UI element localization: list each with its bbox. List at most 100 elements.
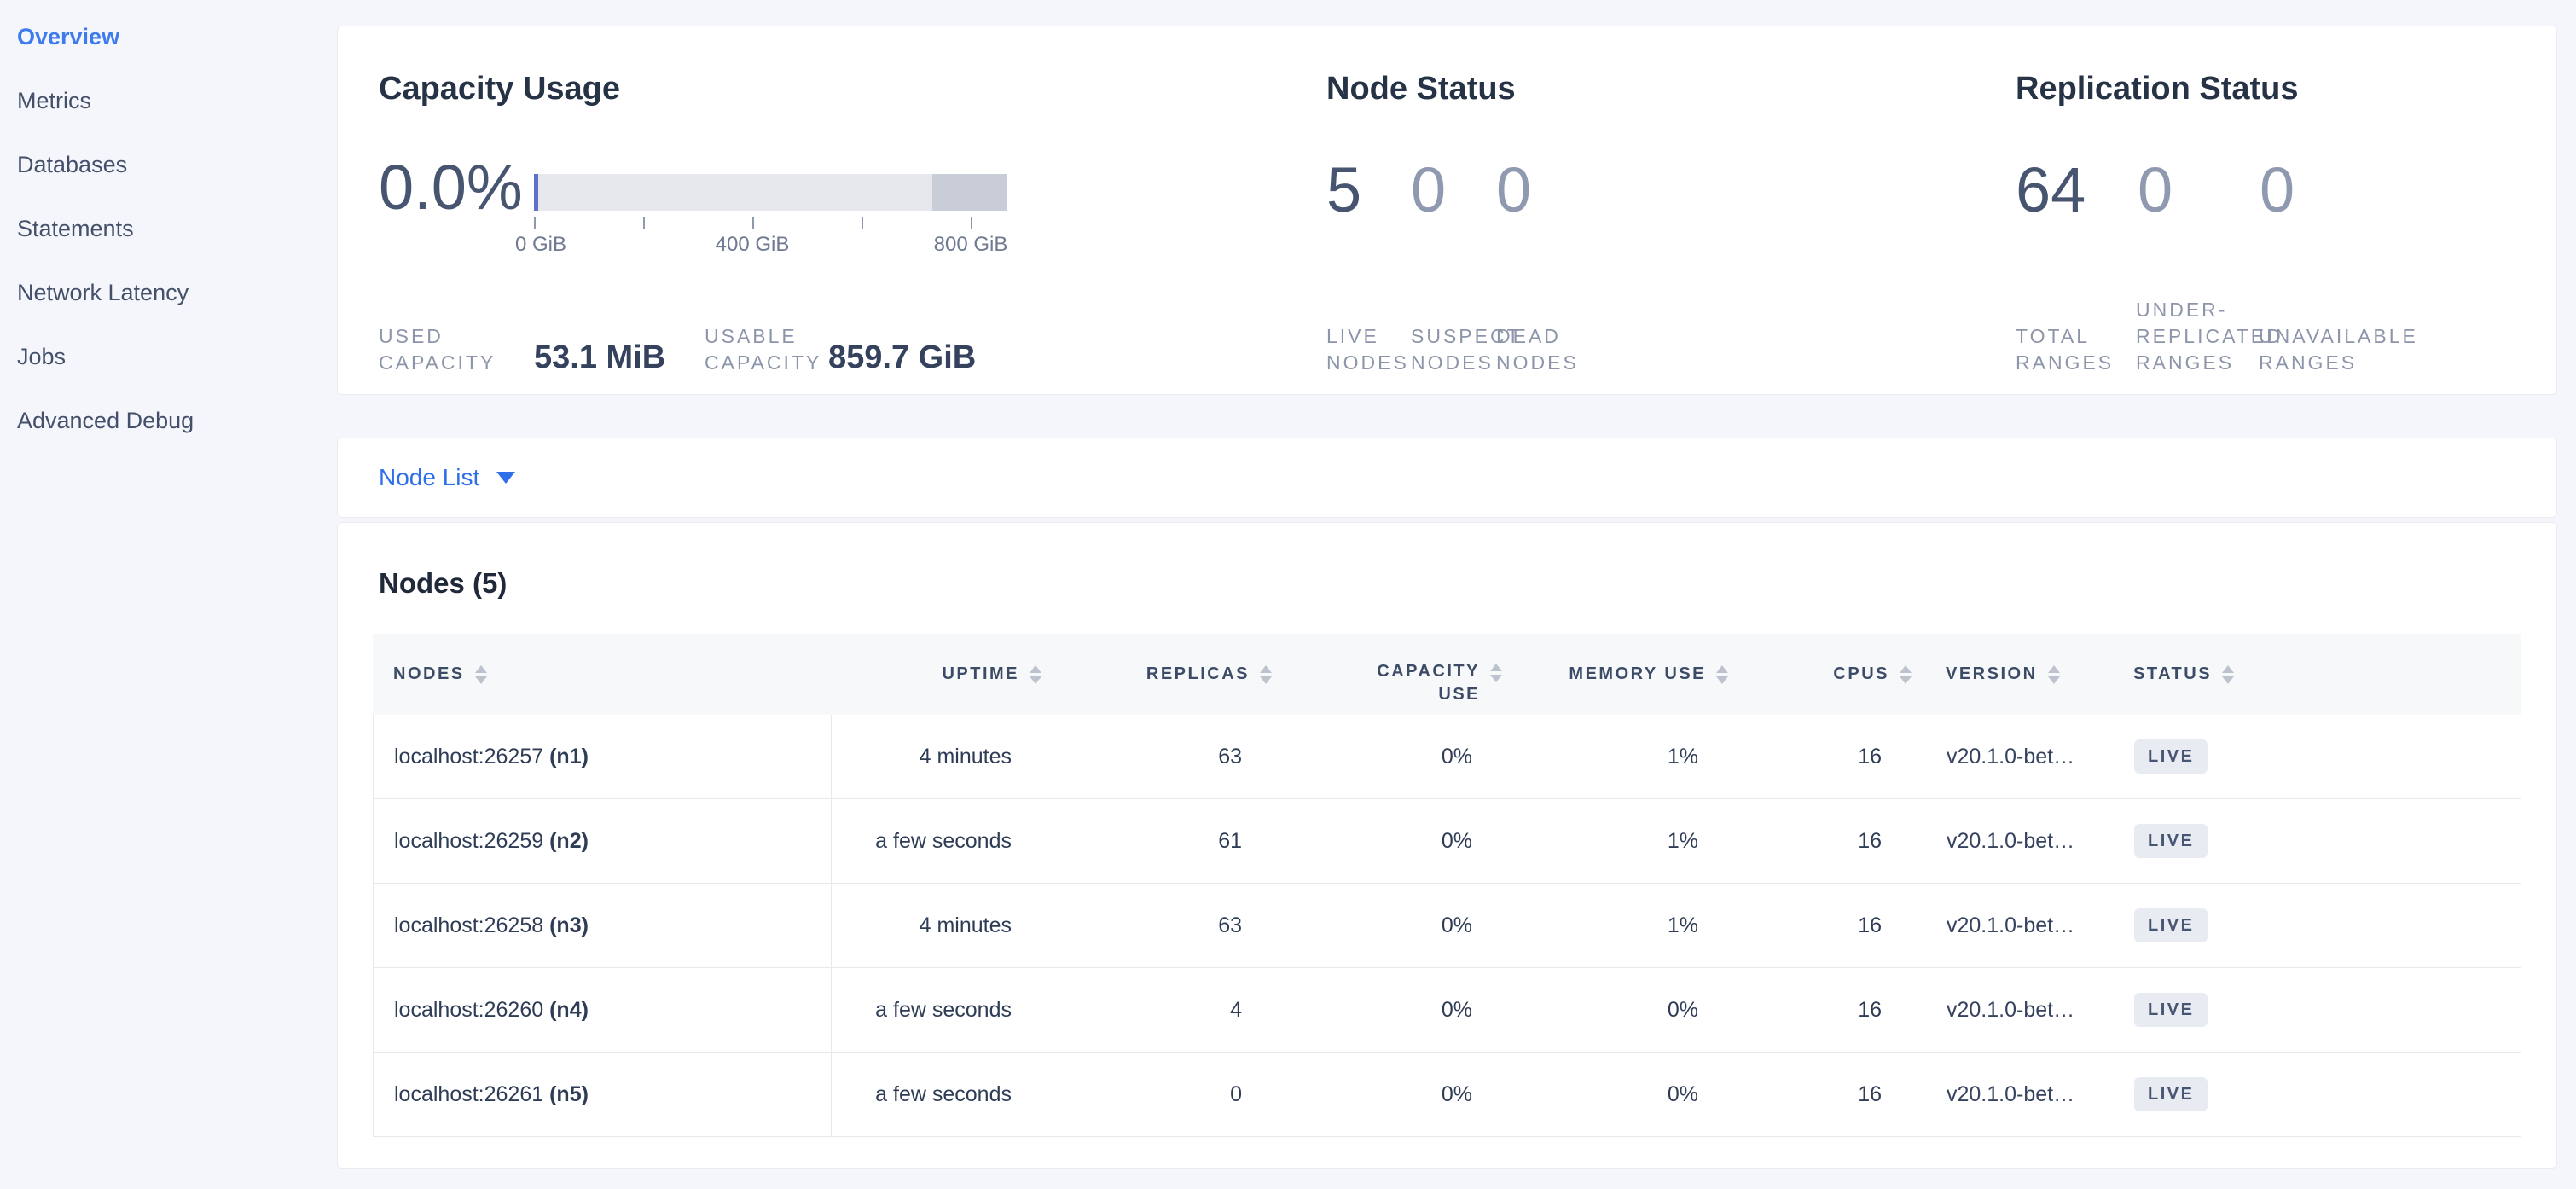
usable-capacity-label: USABLE CAPACITY	[705, 323, 828, 376]
total-ranges-value: 64	[2016, 159, 2138, 222]
cpus-cell: 16	[1703, 829, 1887, 854]
node-address-link[interactable]: localhost:26260 (n4)	[394, 998, 589, 1023]
memory-use-cell: 0%	[1477, 1082, 1703, 1107]
column-header-cpus[interactable]: CPUS	[1703, 664, 1912, 684]
unavailable-ranges-value: 0	[2260, 159, 2295, 222]
sidebar-item-jobs[interactable]: Jobs	[0, 325, 337, 389]
replicas-cell: 4	[1017, 998, 1247, 1023]
sort-icon	[2048, 665, 2060, 684]
replication-status-title: Replication Status	[2016, 71, 2299, 107]
node-address-link[interactable]: localhost:26258 (n3)	[394, 914, 589, 938]
nodes-table-title: Nodes (5)	[379, 567, 507, 600]
live-nodes-value: 5	[1326, 159, 1411, 222]
column-header-uptime[interactable]: UPTIME	[831, 664, 1041, 684]
version-cell: v20.1.0-bet…	[1887, 914, 2130, 938]
memory-use-cell: 0%	[1477, 998, 1703, 1023]
sidebar-item-network-latency[interactable]: Network Latency	[0, 261, 337, 325]
suspect-nodes-label: SUSPECT NODES	[1411, 323, 1496, 376]
replicas-cell: 63	[1017, 745, 1247, 769]
sidebar-item-metrics[interactable]: Metrics	[0, 69, 337, 133]
capacity-axis-ticks	[534, 217, 972, 230]
used-capacity-value: 53.1 MiB	[534, 339, 700, 376]
usable-capacity-value: 859.7 GiB	[828, 339, 976, 376]
node-list-dropdown[interactable]: Node List	[379, 438, 515, 517]
total-ranges-label: TOTAL RANGES	[2016, 323, 2136, 376]
replicas-cell: 63	[1017, 914, 1247, 938]
node-status-title: Node Status	[1326, 71, 1516, 107]
status-badge: LIVE	[2134, 740, 2208, 774]
version-cell: v20.1.0-bet…	[1887, 1082, 2130, 1107]
status-badge: LIVE	[2134, 908, 2208, 942]
table-row[interactable]: localhost:26259 (n2) a few seconds 61 0%…	[374, 799, 2521, 884]
sidebar-item-databases[interactable]: Databases	[0, 133, 337, 197]
main-content: Capacity Usage 0.0% 0 GiB 400 GiB 8	[337, 0, 2557, 1169]
node-address-link[interactable]: localhost:26259 (n2)	[394, 829, 589, 854]
axis-label-800: 800 GiB	[934, 233, 1008, 257]
cpus-cell: 16	[1703, 914, 1887, 938]
under-replicated-ranges-value: 0	[2138, 159, 2260, 222]
column-header-memory-use[interactable]: MEMORY USE	[1477, 664, 1728, 684]
nodes-table-header: NODES UPTIME REPLICAS CAPACITY USE	[373, 634, 2521, 715]
sidebar-item-advanced-debug[interactable]: Advanced Debug	[0, 389, 337, 453]
column-header-status[interactable]: STATUS	[2129, 664, 2521, 684]
table-row[interactable]: localhost:26261 (n5) a few seconds 0 0% …	[374, 1053, 2521, 1137]
capacity-bar-other-segment	[932, 174, 1007, 211]
uptime-cell: 4 minutes	[832, 745, 1017, 769]
suspect-nodes-value: 0	[1411, 159, 1496, 222]
replication-values: 64 0 0	[2016, 159, 2295, 222]
capacity-bar-used-marker	[534, 174, 538, 211]
capacity-use-cell: 0%	[1247, 829, 1477, 854]
table-row[interactable]: localhost:26260 (n4) a few seconds 4 0% …	[374, 968, 2521, 1053]
nodes-table-body: localhost:26257 (n1) 4 minutes 63 0% 1% …	[373, 715, 2521, 1137]
uptime-cell: 4 minutes	[832, 914, 1017, 938]
sidebar-item-statements[interactable]: Statements	[0, 197, 337, 261]
node-status-values: 5 0 0	[1326, 159, 1531, 222]
capacity-usage-section: Capacity Usage 0.0% 0 GiB 400 GiB 8	[379, 26, 1334, 394]
column-header-nodes[interactable]: NODES	[373, 664, 831, 684]
under-replicated-ranges-label: UNDER- REPLICATED RANGES	[2136, 297, 2259, 376]
status-badge: LIVE	[2134, 824, 2208, 858]
node-address-link[interactable]: localhost:26257 (n1)	[394, 745, 589, 769]
table-row[interactable]: localhost:26257 (n1) 4 minutes 63 0% 1% …	[374, 715, 2521, 799]
version-cell: v20.1.0-bet…	[1887, 998, 2130, 1023]
cluster-summary-card: Capacity Usage 0.0% 0 GiB 400 GiB 8	[337, 26, 2557, 395]
capacity-axis-labels: 0 GiB 400 GiB 800 GiB	[534, 233, 972, 257]
table-row[interactable]: localhost:26258 (n3) 4 minutes 63 0% 1% …	[374, 884, 2521, 968]
node-address-link[interactable]: localhost:26261 (n5)	[394, 1082, 589, 1107]
capacity-use-cell: 0%	[1247, 1082, 1477, 1107]
capacity-used-percent: 0.0%	[379, 156, 523, 219]
node-list-dropdown-label: Node List	[379, 464, 479, 491]
sort-icon	[475, 665, 487, 684]
axis-label-400: 400 GiB	[716, 233, 790, 257]
sidebar: Overview Metrics Databases Statements Ne…	[0, 0, 337, 1189]
capacity-stats: USED CAPACITY 53.1 MiB USABLE CAPACITY 8…	[379, 323, 976, 376]
replicas-cell: 0	[1017, 1082, 1247, 1107]
nodes-table-card: Nodes (5) NODES UPTIME REPLICAS CAPACI	[337, 522, 2557, 1169]
version-cell: v20.1.0-bet…	[1887, 745, 2130, 769]
capacity-bar	[534, 174, 1007, 211]
dead-nodes-label: DEAD NODES	[1496, 323, 1579, 376]
capacity-use-cell: 0%	[1247, 745, 1477, 769]
memory-use-cell: 1%	[1477, 829, 1703, 854]
capacity-use-cell: 0%	[1247, 914, 1477, 938]
cpus-cell: 16	[1703, 1082, 1887, 1107]
sort-icon	[2222, 665, 2234, 684]
status-badge: LIVE	[2134, 993, 2208, 1027]
column-header-version[interactable]: VERSION	[1886, 664, 2129, 684]
uptime-cell: a few seconds	[832, 998, 1017, 1023]
nodes-table: NODES UPTIME REPLICAS CAPACITY USE	[373, 634, 2521, 1137]
version-cell: v20.1.0-bet…	[1887, 829, 2130, 854]
replicas-cell: 61	[1017, 829, 1247, 854]
column-header-capacity-use[interactable]: CAPACITY USE	[1246, 643, 1502, 706]
node-list-card: Node List	[337, 438, 2557, 518]
live-nodes-label: LIVE NODES	[1326, 323, 1411, 376]
used-capacity-label: USED CAPACITY	[379, 323, 534, 376]
memory-use-cell: 1%	[1477, 914, 1703, 938]
capacity-use-cell: 0%	[1247, 998, 1477, 1023]
sidebar-item-overview[interactable]: Overview	[0, 5, 337, 69]
uptime-cell: a few seconds	[832, 1082, 1017, 1107]
memory-use-cell: 1%	[1477, 745, 1703, 769]
axis-label-0: 0 GiB	[515, 233, 566, 257]
dead-nodes-value: 0	[1496, 159, 1531, 222]
column-header-replicas[interactable]: REPLICAS	[1016, 664, 1272, 684]
